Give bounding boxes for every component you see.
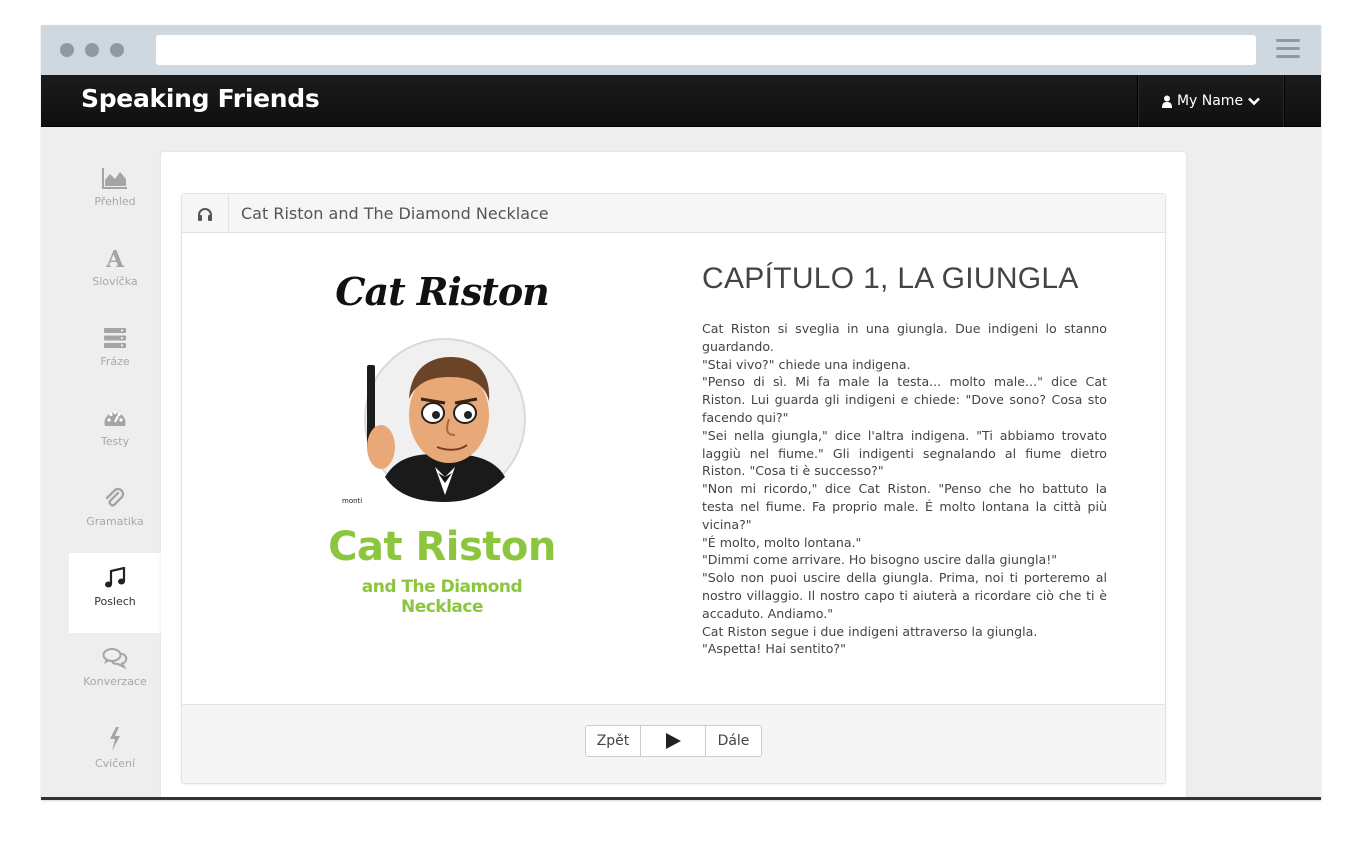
story-paragraph: "Dimmi come arrivare. Ho bisogno uscire … xyxy=(702,552,1058,568)
sidebar-item-fraze[interactable]: Fráze xyxy=(69,313,161,393)
story-paragraph: Cat Riston segue i due indigeni attraver… xyxy=(702,623,1038,639)
sidebar: Přehled A Slovíčka Fráze Testy Gramatika… xyxy=(69,153,161,793)
sidebar-item-prehled[interactable]: Přehled xyxy=(69,153,161,233)
server-icon xyxy=(104,328,126,348)
story-paragraph: "É molto, molto lontana." xyxy=(702,534,862,550)
play-button[interactable] xyxy=(641,725,706,757)
sidebar-item-testy[interactable]: Testy xyxy=(69,393,161,473)
sidebar-item-label: Konverzace xyxy=(83,675,147,688)
cover-title-green: Cat Riston xyxy=(328,524,556,570)
prev-button[interactable]: Zpět xyxy=(585,725,641,757)
story-paragraph: "Stai vivo?" chiede una indigena. xyxy=(702,356,911,372)
window-bottom-border xyxy=(41,797,1321,800)
brand-logo[interactable]: Speaking Friends xyxy=(81,84,320,113)
story-text: Cat Riston si sveglia in una giungla. Du… xyxy=(702,320,1107,658)
sidebar-item-label: Fráze xyxy=(100,355,130,368)
lesson-panel: Cat Riston and The Diamond Necklace Cat … xyxy=(181,193,1166,784)
sidebar-item-label: Gramatika xyxy=(86,515,144,528)
comments-icon xyxy=(102,648,128,669)
sidebar-item-label: Slovíčka xyxy=(92,275,138,288)
chapter-heading: CAPÍTULO 1, LA GIUNGLA xyxy=(702,262,1079,295)
browser-chrome xyxy=(41,25,1321,75)
browser-menu-icon[interactable] xyxy=(1276,39,1300,61)
dashboard-icon xyxy=(104,410,126,426)
bolt-icon xyxy=(110,727,120,751)
svg-text:A: A xyxy=(105,247,125,269)
sidebar-item-poslech[interactable]: Poslech xyxy=(69,553,161,633)
story-paragraph: "Sei nella giungla," dice l'altra indige… xyxy=(702,427,1107,479)
panel-header: Cat Riston and The Diamond Necklace xyxy=(182,194,1165,233)
area-chart-icon xyxy=(102,168,127,189)
chevron-down-icon xyxy=(1248,97,1260,105)
cover-subtitle: and The Diamond Necklace xyxy=(361,577,523,617)
headphones-icon xyxy=(198,207,212,221)
cover-title: Cat Riston xyxy=(335,269,550,314)
music-icon xyxy=(105,567,126,588)
sidebar-item-slovicka[interactable]: A Slovíčka xyxy=(69,233,161,313)
story-paragraph: "Aspetta! Hai sentito?" xyxy=(702,641,846,657)
player-controls: Zpět Dále xyxy=(182,704,1165,783)
story-paragraph: "Solo non puoi uscire della giungla. Pri… xyxy=(702,570,1107,621)
play-icon xyxy=(666,733,681,749)
sidebar-item-cviceni[interactable]: Cvičení xyxy=(69,713,161,793)
sidebar-item-label: Cvičení xyxy=(94,757,136,770)
sidebar-item-label: Přehled xyxy=(94,195,136,208)
sidebar-item-konverzace[interactable]: Konverzace xyxy=(69,633,161,713)
user-name: My Name xyxy=(1176,93,1244,109)
svg-text:monti: monti xyxy=(342,497,362,505)
main-content: Cat Riston and The Diamond Necklace Cat … xyxy=(161,152,1186,800)
next-button[interactable]: Dále xyxy=(706,725,762,757)
address-bar[interactable] xyxy=(156,35,1256,65)
user-icon xyxy=(1161,95,1172,108)
paperclip-icon xyxy=(105,487,125,507)
window-close-dot[interactable] xyxy=(60,43,74,57)
sidebar-item-label: Poslech xyxy=(94,595,136,608)
cover-illustration: monti xyxy=(342,338,526,505)
sidebar-item-label: Testy xyxy=(100,435,130,448)
story-paragraph: "Non mi ricordo," dice Cat Riston. "Pens… xyxy=(702,481,1107,532)
sidebar-item-gramatika[interactable]: Gramatika xyxy=(69,473,161,553)
letter-a-icon: A xyxy=(105,247,125,269)
window-maximize-dot[interactable] xyxy=(110,43,124,57)
story-paragraph: "Penso di sì. Mi fa male la testa... mol… xyxy=(702,374,1107,425)
panel-title: Cat Riston and The Diamond Necklace xyxy=(241,204,549,223)
story-paragraph: Cat Riston si sveglia in una giungla. Du… xyxy=(702,321,1107,354)
window-minimize-dot[interactable] xyxy=(85,43,99,57)
user-menu[interactable]: My Name xyxy=(1137,75,1285,127)
book-cover: Cat Riston monti Cat Riston and The Diam… xyxy=(322,269,562,617)
browser-window: Speaking Friends My Name Přehled A Sloví… xyxy=(41,25,1321,800)
panel-icon-box xyxy=(182,194,229,233)
player-button-group: Zpět Dále xyxy=(585,725,762,757)
top-navbar: Speaking Friends My Name xyxy=(41,75,1321,127)
